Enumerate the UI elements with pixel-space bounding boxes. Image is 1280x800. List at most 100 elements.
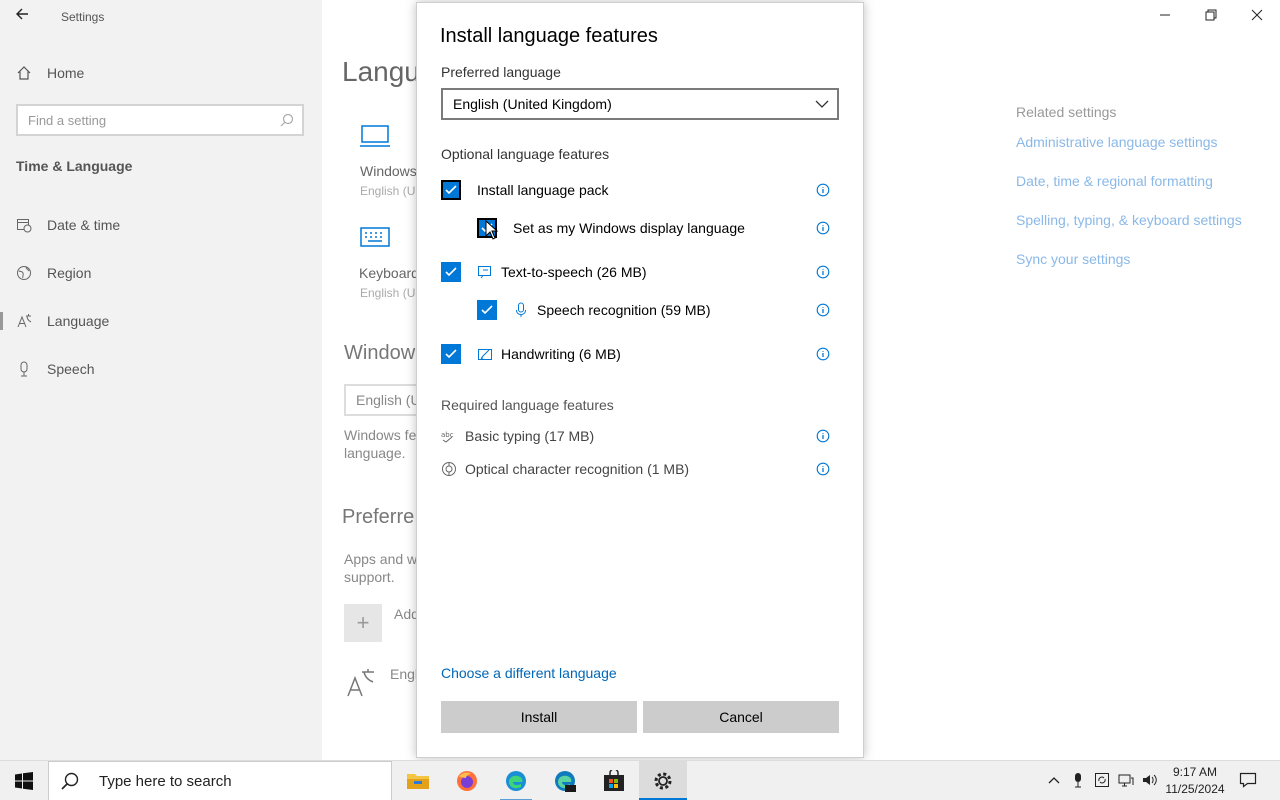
info-icon[interactable]: [816, 221, 830, 235]
start-button[interactable]: [0, 761, 48, 800]
search-icon: [280, 113, 294, 127]
sync-icon[interactable]: [1094, 772, 1110, 788]
taskbar-clock[interactable]: 9:17 AM 11/25/2024: [1158, 764, 1232, 798]
search-input[interactable]: [18, 106, 268, 134]
file-explorer-icon: [407, 774, 429, 789]
info-icon[interactable]: [816, 303, 830, 317]
link-sync-your-settings[interactable]: Sync your settings: [1016, 251, 1242, 290]
windows-display-language-heading: Window: [344, 342, 416, 364]
mouse-cursor-icon: [485, 220, 499, 240]
globe-icon: [17, 266, 31, 280]
add-language-plus-icon[interactable]: +: [344, 604, 382, 642]
nav-item-date-time[interactable]: Date & time: [0, 210, 322, 240]
checkbox-speech-recognition[interactable]: [477, 300, 497, 320]
nav-item-label: Language: [47, 313, 110, 329]
info-icon[interactable]: [816, 429, 830, 443]
related-settings: Related settings Administrative language…: [1016, 104, 1242, 290]
checkbox-install-language-pack[interactable]: [441, 180, 461, 200]
nav-item-label: Speech: [47, 361, 95, 377]
choose-different-language-link[interactable]: Choose a different language: [441, 665, 617, 681]
search-icon: [61, 772, 79, 790]
preferred-desc-line2: support.: [344, 569, 395, 585]
preferred-language-item[interactable]: Engl: [390, 666, 418, 682]
windows-logo-icon: [15, 772, 33, 790]
minimize-button[interactable]: [1142, 4, 1188, 28]
required-basic-typing: abc Basic typing (17 MB): [441, 426, 839, 446]
install-button[interactable]: Install: [441, 701, 637, 733]
ocr-icon: [442, 462, 456, 476]
nav-item-region[interactable]: Region: [0, 258, 322, 288]
info-icon[interactable]: [816, 347, 830, 361]
link-date-time-regional-formatting[interactable]: Date, time & regional formatting: [1016, 173, 1242, 212]
checkbox-handwriting[interactable]: [441, 344, 461, 364]
taskbar-search-text: Type here to search: [99, 772, 232, 790]
home-icon: [17, 66, 31, 80]
optional-features-label: Optional language features: [441, 146, 610, 162]
cancel-button[interactable]: Cancel: [643, 701, 839, 733]
app-title: Settings: [61, 10, 105, 24]
dialog-title: Install language features: [440, 25, 658, 47]
close-button[interactable]: [1234, 4, 1280, 28]
monitor-icon: [360, 125, 390, 147]
calendar-clock-icon: [17, 219, 32, 233]
close-icon: [1251, 9, 1263, 21]
preferred-language-dropdown[interactable]: English (United Kingdom): [441, 88, 839, 120]
microphone-icon[interactable]: [1070, 772, 1086, 788]
back-arrow-icon[interactable]: [14, 6, 34, 26]
feature-install-language-pack: Install language pack: [441, 178, 839, 202]
section-title: Time & Language: [16, 158, 133, 174]
link-administrative-language-settings[interactable]: Administrative language settings: [1016, 134, 1242, 173]
windows-display-tile-title[interactable]: Windows: [360, 163, 417, 179]
nav-item-speech[interactable]: Speech: [0, 354, 322, 384]
preferred-desc-line1: Apps and w: [344, 551, 418, 567]
taskbar-search-box[interactable]: Type here to search: [48, 761, 392, 800]
taskbar-app-settings[interactable]: [639, 761, 687, 800]
preferred-language-value: English (United Kingdom): [453, 96, 612, 112]
display-desc-line2: language.: [344, 445, 406, 461]
keyboard-icon: [360, 227, 390, 247]
info-icon[interactable]: [816, 265, 830, 279]
display-desc-line1: Windows fe: [344, 427, 417, 443]
settings-icon: [654, 772, 672, 790]
link-spelling-typing-keyboard-settings[interactable]: Spelling, typing, & keyboard settings: [1016, 212, 1242, 251]
install-language-features-dialog: Install language features Preferred lang…: [416, 2, 864, 758]
network-icon[interactable]: [1118, 772, 1134, 788]
chevron-up-icon[interactable]: [1046, 772, 1062, 788]
feature-label: Text-to-speech (26 MB): [501, 264, 647, 280]
windows-display-tile-sub: English (U: [360, 184, 416, 198]
restore-button[interactable]: [1188, 4, 1234, 28]
clock-time: 9:17 AM: [1172, 765, 1218, 779]
preferred-language-label: Preferred language: [441, 64, 561, 80]
taskbar-app-edge-dev[interactable]: [541, 761, 589, 800]
taskbar-app-edge[interactable]: [492, 761, 540, 800]
abc-typing-icon: abc: [441, 431, 454, 443]
feature-label: Basic typing (17 MB): [465, 428, 595, 444]
info-icon[interactable]: [816, 462, 830, 476]
nav-home[interactable]: Home: [16, 62, 84, 84]
volume-icon[interactable]: [1142, 772, 1158, 788]
taskbar-app-store[interactable]: [590, 761, 638, 800]
nav-item-label: Region: [47, 265, 92, 281]
info-icon[interactable]: [816, 183, 830, 197]
feature-speech-recognition: Speech recognition (59 MB): [477, 298, 839, 322]
nav-item-label: Date & time: [47, 217, 121, 233]
taskbar-app-file-explorer[interactable]: [394, 761, 442, 800]
microphone-icon: [516, 302, 526, 317]
keyboard-tile-title[interactable]: Keyboard: [359, 265, 419, 281]
nav-item-language[interactable]: Language: [0, 306, 322, 336]
page-title: Langu: [342, 56, 420, 87]
find-setting-search[interactable]: [16, 104, 304, 136]
minimize-icon: [1160, 14, 1170, 16]
svg-text:abc: abc: [441, 431, 454, 439]
language-icon: [347, 669, 374, 697]
feature-label: Optical character recognition (1 MB): [465, 461, 690, 477]
feature-label: Speech recognition (59 MB): [537, 302, 711, 318]
notification-center-icon[interactable]: [1239, 771, 1257, 789]
checkbox-text-to-speech[interactable]: [441, 262, 461, 282]
taskbar-app-firefox[interactable]: [443, 761, 491, 800]
feature-set-display-language: Set as my Windows display language: [477, 216, 839, 240]
navigation-pane: Settings Home Time & Language Date & tim…: [0, 0, 322, 760]
feature-label: Handwriting (6 MB): [501, 346, 621, 362]
nav-home-label: Home: [47, 65, 85, 81]
firefox-icon: [457, 771, 477, 791]
